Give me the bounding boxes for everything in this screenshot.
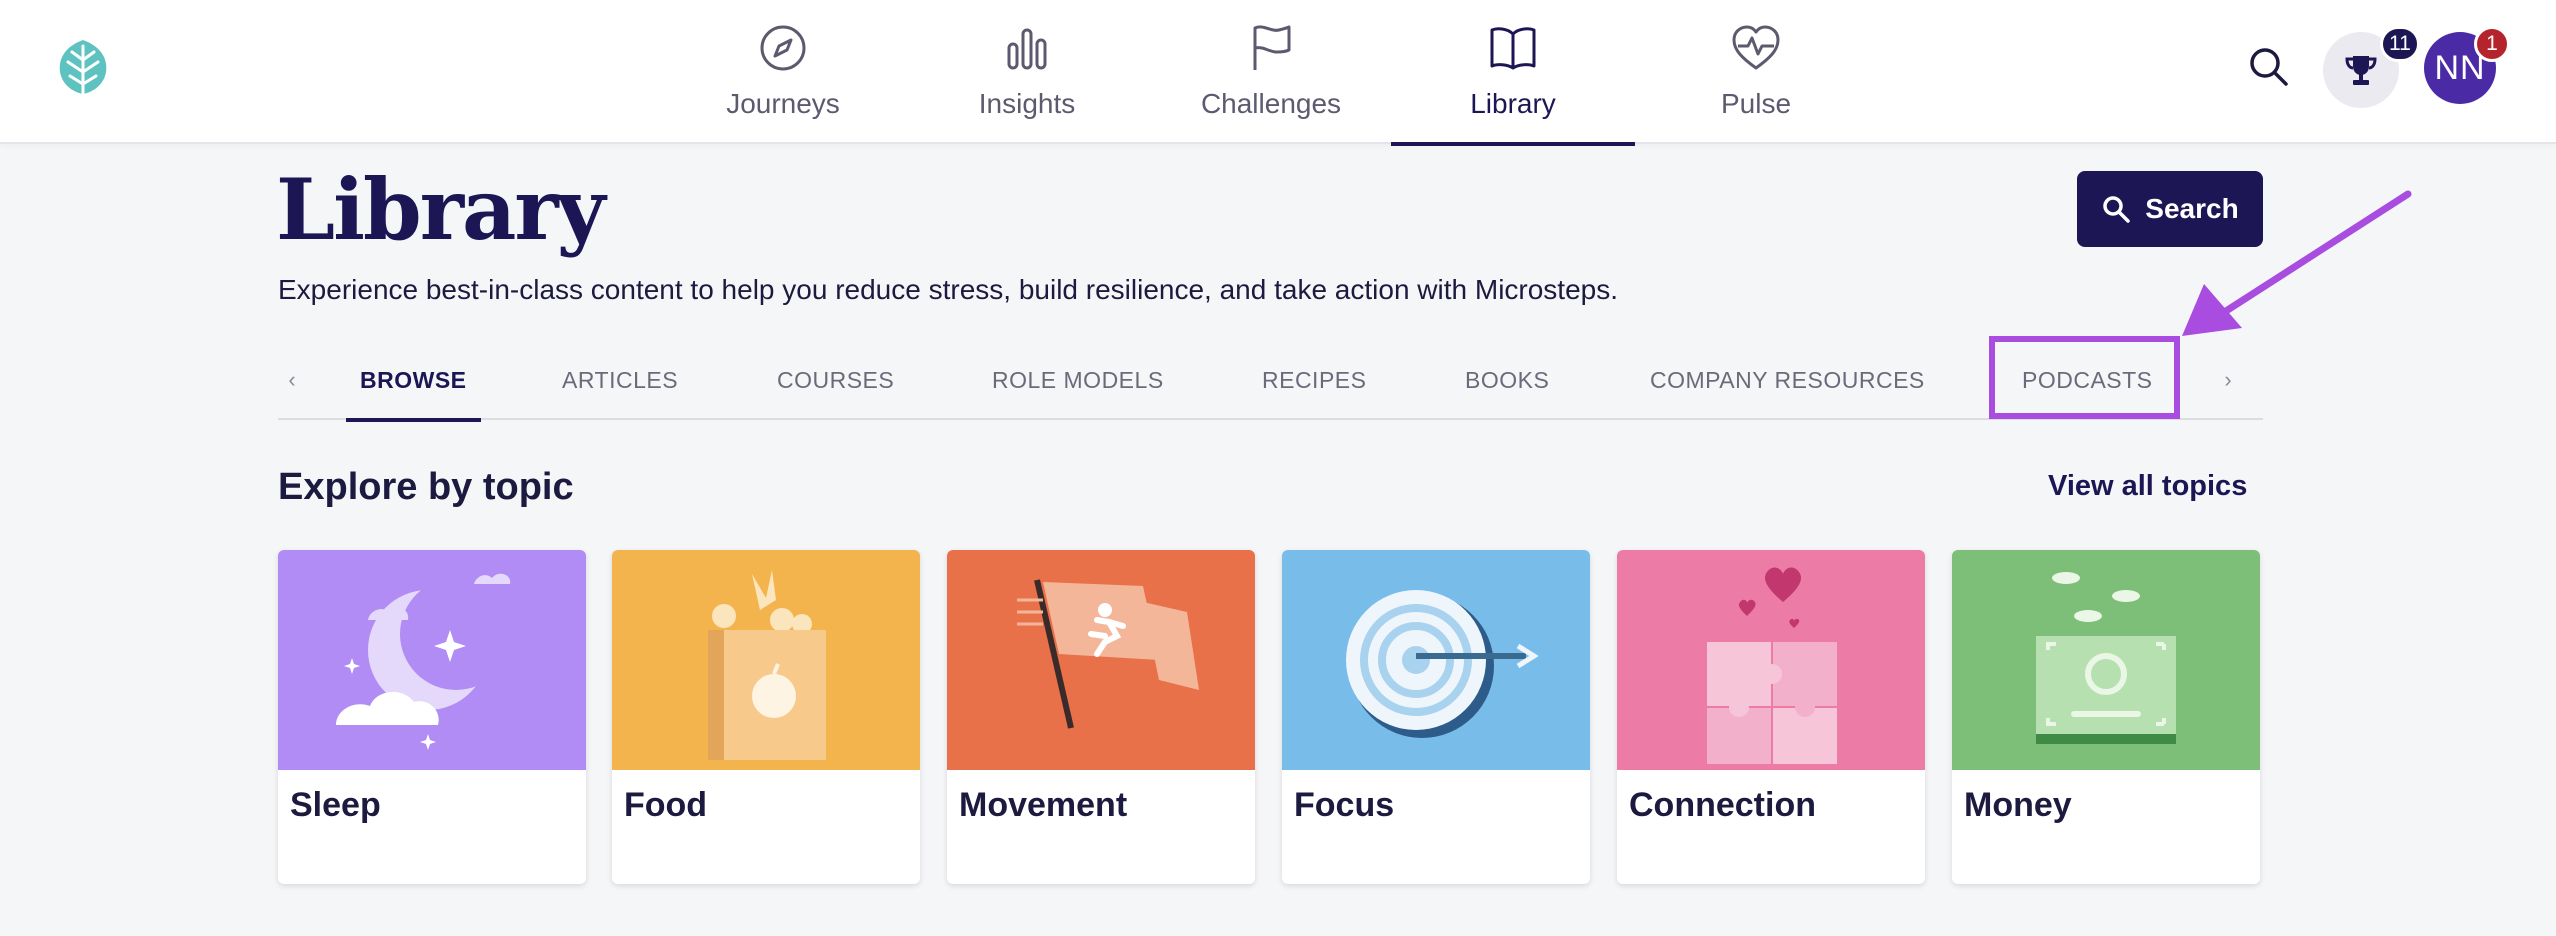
compass-icon	[760, 25, 806, 71]
nav-journeys-label: Journeys	[726, 88, 840, 119]
book-icon	[1490, 27, 1536, 70]
topic-card-focus[interactable]: Focus	[1282, 550, 1590, 884]
tab-articles[interactable]: ARTICLES	[562, 340, 678, 420]
banknote-stack-icon	[1952, 550, 2260, 770]
tabs-scroll-right-icon[interactable]: ›	[2208, 340, 2248, 420]
trophy-count-badge: 11	[2380, 26, 2420, 62]
topic-card-connection-label: Connection	[1629, 786, 1816, 824]
nav-challenges[interactable]: Challenges	[1149, 0, 1393, 144]
topic-card-sleep-label: Sleep	[290, 786, 381, 824]
topic-card-money[interactable]: Money	[1952, 550, 2260, 884]
money-illustration	[1952, 550, 2260, 770]
tab-role-models[interactable]: ROLE MODELS	[992, 340, 1164, 420]
annotation-arrow-icon	[2182, 190, 2412, 336]
sleep-illustration	[278, 550, 586, 770]
moon-clouds-icon	[278, 550, 586, 770]
nav-library-label: Library	[1470, 88, 1556, 119]
tab-recipes[interactable]: RECIPES	[1262, 340, 1366, 420]
view-all-topics-link[interactable]: View all topics	[2048, 470, 2247, 503]
podcasts-highlight-box	[1989, 336, 2180, 419]
movement-illustration	[947, 550, 1255, 770]
tab-books[interactable]: BOOKS	[1465, 340, 1549, 420]
focus-illustration	[1282, 550, 1590, 770]
page-subtitle: Experience best-in-class content to help…	[278, 274, 1619, 305]
topic-card-money-label: Money	[1964, 786, 2072, 824]
target-dart-icon	[1282, 550, 1590, 770]
grocery-bag-icon	[612, 550, 920, 770]
flag-icon	[1253, 25, 1291, 70]
topic-card-sleep[interactable]: Sleep	[278, 550, 586, 884]
nav-library[interactable]: Library	[1391, 0, 1635, 146]
page-title: Library	[276, 160, 605, 259]
tab-courses[interactable]: COURSES	[777, 340, 894, 420]
topic-card-movement-label: Movement	[959, 786, 1128, 824]
connection-illustration	[1617, 550, 1925, 770]
library-tabs: ‹ BROWSE ARTICLES COURSES ROLE MODELS RE…	[278, 340, 2263, 422]
heart-pulse-icon	[1732, 25, 1780, 70]
nav-insights[interactable]: Insights	[905, 0, 1149, 144]
tab-browse[interactable]: BROWSE	[346, 340, 480, 422]
topic-card-food-label: Food	[624, 786, 708, 824]
nav-insights-label: Insights	[978, 88, 1076, 119]
topic-card-connection[interactable]: Connection	[1617, 550, 1925, 884]
trophy-icon	[2345, 56, 2377, 85]
leaf-logo-icon[interactable]	[52, 36, 114, 98]
food-illustration	[612, 550, 920, 770]
search-icon[interactable]	[2246, 44, 2292, 90]
top-navigation-bar: Journeys Insights Challenges Library Pul…	[0, 0, 2556, 146]
search-icon	[2103, 196, 2131, 223]
bar-chart-icon	[1007, 28, 1047, 70]
puzzle-heart-icon	[1617, 550, 1925, 770]
tab-company-resources[interactable]: COMPANY RESOURCES	[1650, 340, 1925, 420]
notification-badge: 1	[2474, 26, 2510, 62]
nav-journeys[interactable]: Journeys	[661, 0, 905, 144]
nav-pulse[interactable]: Pulse	[1634, 0, 1878, 144]
tabs-scroll-left-icon[interactable]: ‹	[272, 340, 312, 420]
topic-card-focus-label: Focus	[1294, 786, 1395, 824]
running-flag-icon	[947, 550, 1255, 770]
nav-challenges-label: Challenges	[1200, 88, 1342, 119]
explore-section-title: Explore by topic	[278, 466, 574, 508]
topic-card-food[interactable]: Food	[612, 550, 920, 884]
topic-card-movement[interactable]: Movement	[947, 550, 1255, 884]
nav-pulse-label: Pulse	[1720, 88, 1792, 119]
